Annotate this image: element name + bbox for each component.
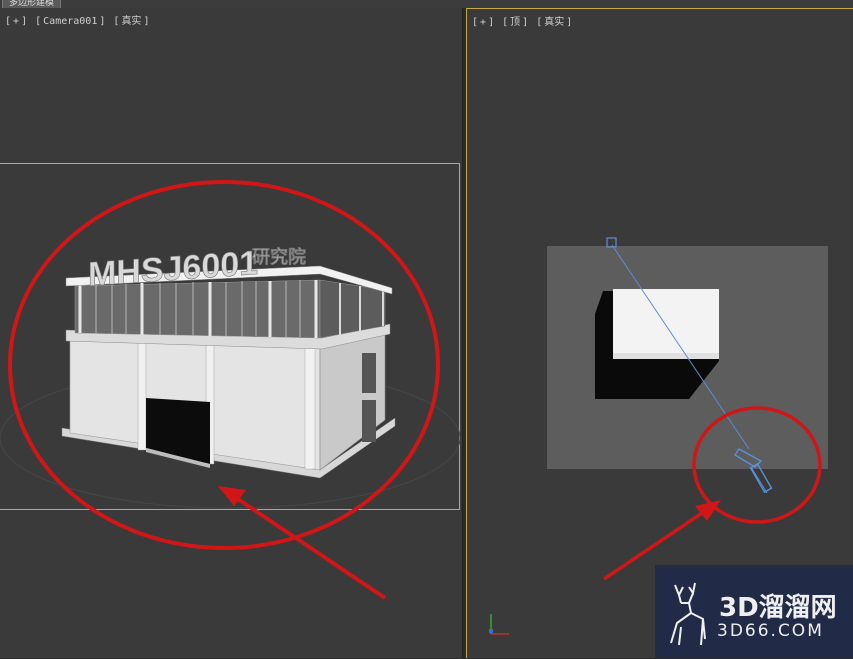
annotation-arrow — [218, 486, 387, 600]
watermark-panel: 3D溜溜网 3D66.COM — [655, 565, 853, 658]
camera-scene: MHSJ6001 研究院 — [0, 180, 461, 600]
tab-poly-modeling[interactable]: 多边形建模 — [2, 0, 62, 8]
watermark-brand: 3D溜溜网 — [719, 593, 837, 623]
camera-target[interactable] — [606, 237, 617, 248]
deer-logo-icon — [670, 582, 706, 646]
building-top[interactable] — [613, 289, 719, 359]
top-scene — [489, 237, 828, 635]
top-tab-strip: 多边形建模 — [0, 0, 853, 8]
axis-gizmo — [489, 614, 509, 635]
watermark-url: 3D66.COM — [717, 621, 824, 641]
top-viewport[interactable]: [+] [顶] [真实] — [466, 8, 853, 658]
building-model: MHSJ6001 研究院 — [61, 244, 396, 479]
camera-viewport[interactable]: [+] [Camera001] [真实] MHSJ6001 研究院 — [0, 8, 463, 658]
roof-sign-suffix: 研究院 — [252, 246, 306, 268]
